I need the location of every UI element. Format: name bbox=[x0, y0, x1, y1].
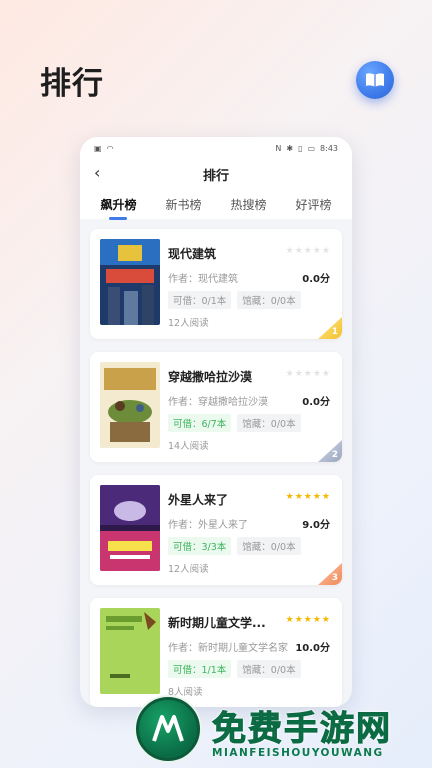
watermark-text: 免费手游网 bbox=[212, 709, 392, 750]
book-author: 作者：新时期儿童文学名家... bbox=[168, 643, 288, 654]
battery-icon: ▭ bbox=[307, 143, 316, 153]
tab-new-books[interactable]: 新书榜 bbox=[163, 192, 203, 217]
book-cover bbox=[100, 362, 160, 448]
watermark: 免费手游网 MIANFEISHOUYOUWANG bbox=[136, 697, 426, 767]
book-fab-button[interactable] bbox=[356, 61, 394, 99]
watermark-subtext: MIANFEISHOUYOUWANG bbox=[212, 747, 384, 759]
book-title: 新时期儿童文学... bbox=[168, 616, 266, 630]
watermark-logo bbox=[136, 697, 200, 761]
readers-count: 12人阅读 bbox=[168, 564, 209, 575]
star-icon: ★ bbox=[303, 615, 312, 625]
star-icon: ★ bbox=[294, 615, 303, 625]
borrowable-tag: 可借：1/1本 bbox=[168, 660, 232, 678]
status-time: 8:43 bbox=[320, 143, 338, 153]
app-bar: ‹ 排行 bbox=[80, 159, 352, 189]
tab-soaring[interactable]: 飙升榜 bbox=[98, 192, 138, 220]
readers-count: 14人阅读 bbox=[168, 441, 209, 452]
app-bar-title: 排行 bbox=[202, 168, 229, 184]
chevron-left-icon[interactable]: ‹ bbox=[94, 163, 100, 182]
star-icon: ★ bbox=[312, 369, 321, 379]
book-author: 作者：外星人来了 bbox=[168, 520, 248, 531]
collection-tag: 馆藏：0/0本 bbox=[237, 414, 301, 432]
book-cover bbox=[100, 485, 160, 571]
phone-screen: ▣ ◠ N ✱ ▯ ▭ 8:43 ‹ 排行 飙升榜 新书榜 热搜榜 好评榜 现代… bbox=[80, 137, 352, 707]
star-icon: ★ bbox=[294, 492, 303, 502]
collection-tag: 馆藏：0/0本 bbox=[237, 660, 301, 678]
book-author: 作者：穿越撒哈拉沙漠 bbox=[168, 397, 268, 408]
star-icon: ★ bbox=[312, 615, 321, 625]
status-bar: ▣ ◠ N ✱ ▯ ▭ 8:43 bbox=[80, 137, 352, 159]
star-icon: ★ bbox=[321, 246, 330, 256]
rating-stars: ★ ★ ★ ★ ★ bbox=[286, 247, 330, 256]
book-card[interactable]: 穿越撒哈拉沙漠 ★ ★ ★ ★ ★ 作者：穿越撒哈拉沙漠 0.0分 可借：6/7… bbox=[90, 352, 342, 462]
star-icon: ★ bbox=[312, 492, 321, 502]
book-title: 外星人来了 bbox=[168, 493, 229, 507]
collection-tag: 馆藏：0/0本 bbox=[237, 537, 301, 555]
collection-tag: 馆藏：0/0本 bbox=[237, 291, 301, 309]
star-icon: ★ bbox=[285, 246, 294, 256]
star-icon: ★ bbox=[303, 246, 312, 256]
borrowable-tag: 可借：0/1本 bbox=[168, 291, 232, 309]
star-icon: ★ bbox=[303, 369, 312, 379]
tab-hot-search[interactable]: 热搜榜 bbox=[228, 192, 268, 217]
star-icon: ★ bbox=[303, 492, 312, 502]
book-cover bbox=[100, 608, 160, 694]
page-title: 排行 bbox=[40, 66, 104, 102]
book-title: 穿越撒哈拉沙漠 bbox=[168, 370, 253, 384]
star-icon: ★ bbox=[285, 492, 294, 502]
vibrate-icon: ▯ bbox=[298, 143, 303, 153]
star-icon: ★ bbox=[294, 246, 303, 256]
borrowable-tag: 可借：3/3本 bbox=[168, 537, 232, 555]
readers-count: 12人阅读 bbox=[168, 318, 209, 329]
rating-stars: ★ ★ ★ ★ ★ bbox=[286, 616, 330, 625]
readers-count: 8人阅读 bbox=[168, 687, 203, 698]
borrowable-tag: 可借：6/7本 bbox=[168, 414, 232, 432]
rating-stars: ★ ★ ★ ★ ★ bbox=[286, 493, 330, 502]
book-cover bbox=[100, 239, 160, 325]
book-author: 作者：现代建筑 bbox=[168, 274, 238, 285]
book-score: 9.0分 bbox=[302, 520, 330, 531]
book-score: 0.0分 bbox=[302, 397, 330, 408]
star-icon: ★ bbox=[285, 369, 294, 379]
book-score: 0.0分 bbox=[302, 274, 330, 285]
sim-icon: ▣ bbox=[94, 143, 102, 153]
book-list: 现代建筑 ★ ★ ★ ★ ★ 作者：现代建筑 0.0分 可借：0/1本 馆藏：0… bbox=[80, 219, 352, 707]
star-icon: ★ bbox=[321, 492, 330, 502]
tab-top-rated[interactable]: 好评榜 bbox=[293, 192, 333, 217]
book-card[interactable]: 新时期儿童文学... ★ ★ ★ ★ ★ 作者：新时期儿童文学名家... 10.… bbox=[90, 598, 342, 707]
star-icon: ★ bbox=[321, 369, 330, 379]
star-icon: ★ bbox=[321, 615, 330, 625]
wifi-icon: ◠ bbox=[106, 143, 114, 153]
book-title: 现代建筑 bbox=[168, 247, 217, 261]
book-score: 10.0分 bbox=[295, 643, 330, 654]
book-card[interactable]: 现代建筑 ★ ★ ★ ★ ★ 作者：现代建筑 0.0分 可借：0/1本 馆藏：0… bbox=[90, 229, 342, 339]
book-card[interactable]: 外星人来了 ★ ★ ★ ★ ★ 作者：外星人来了 9.0分 可借：3/3本 馆藏… bbox=[90, 475, 342, 585]
star-icon: ★ bbox=[285, 615, 294, 625]
bluetooth-icon: ✱ bbox=[286, 143, 294, 153]
ranking-tabs: 飙升榜 新书榜 热搜榜 好评榜 bbox=[80, 189, 352, 220]
rating-stars: ★ ★ ★ ★ ★ bbox=[286, 370, 330, 379]
star-icon: ★ bbox=[294, 369, 303, 379]
open-book-icon bbox=[366, 73, 384, 87]
star-icon: ★ bbox=[312, 246, 321, 256]
nfc-icon: N bbox=[275, 143, 282, 153]
